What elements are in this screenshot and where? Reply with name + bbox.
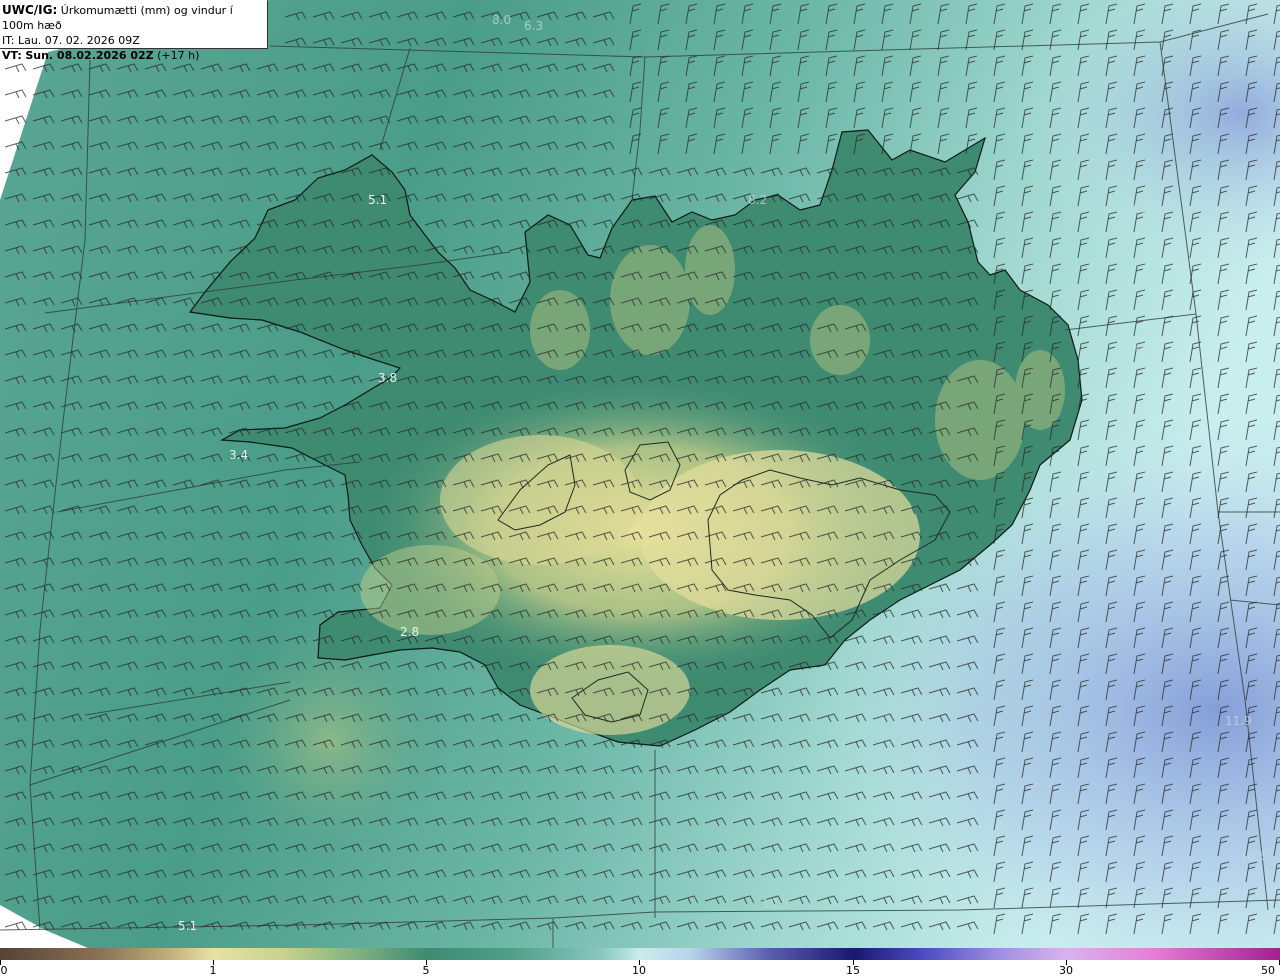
map-label: 10.5 xyxy=(762,897,789,911)
header-title-line: UWC/IG: Úrkomumætti (mm) og vindur í 100… xyxy=(2,3,267,33)
map-label: 6.3 xyxy=(524,19,543,33)
colorbar-tick-label: 30 xyxy=(1059,964,1073,977)
map-label: 11.9 xyxy=(1225,714,1252,728)
colorbar-tick-label: 10 xyxy=(632,964,646,977)
lead-time: (+17 h) xyxy=(157,49,200,62)
valid-time-line: VT: Sun. 08.02.2026 02Z (+17 h) xyxy=(2,48,267,63)
valid-time: Sun. 08.02.2026 02Z xyxy=(25,49,154,62)
map-header: UWC/IG: Úrkomumætti (mm) og vindur í 100… xyxy=(0,0,268,62)
map-label: 3.8 xyxy=(378,371,397,385)
map-label: 10.6 xyxy=(1240,849,1267,863)
colorbar-strip xyxy=(0,948,1280,960)
product-name: UWC/IG: xyxy=(2,3,58,17)
valid-prefix: VT: xyxy=(2,49,22,62)
map-label: 5.1 xyxy=(368,193,387,207)
map-label: 5.1 xyxy=(178,919,197,933)
map-label: 8.2 xyxy=(748,193,767,207)
colorbar-tick-label: 1 xyxy=(209,964,217,977)
colorbar: 0 1 5 10 15 30 50 xyxy=(0,948,1280,978)
colorbar-tick-label: 0 xyxy=(0,964,8,977)
map-label: 10.1 xyxy=(1122,202,1149,216)
map-label: 3.4 xyxy=(229,448,248,462)
colorbar-tick-label: 50 xyxy=(1261,964,1275,977)
issue-time: IT: Lau. 07. 02. 2026 09Z xyxy=(2,34,140,47)
colorbar-tick-label: 15 xyxy=(846,964,860,977)
colorbar-tick-label: 5 xyxy=(422,964,430,977)
map-label: 10.7 xyxy=(1128,342,1155,356)
map-label: 2.8 xyxy=(400,625,419,639)
weather-map: 8.0 6.3 5.1 8.2 10.1 3.8 3.4 2.8 10.7 11… xyxy=(0,0,1280,948)
map-label: 8.0 xyxy=(492,13,511,27)
